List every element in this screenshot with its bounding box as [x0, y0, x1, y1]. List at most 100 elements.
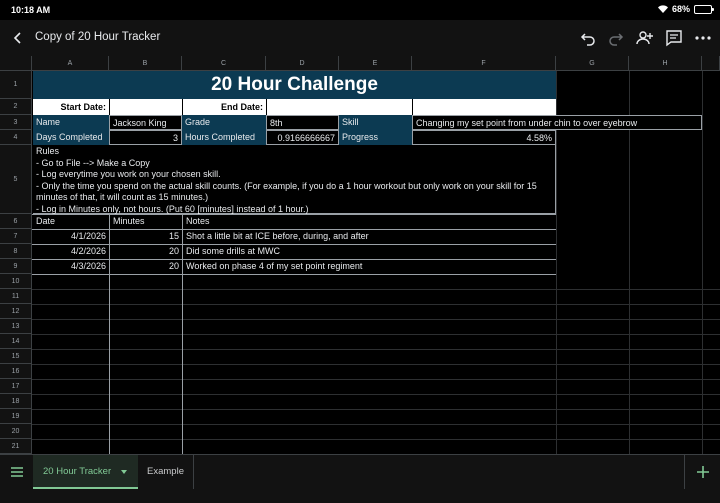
row-header-11[interactable]: 11 — [0, 289, 32, 304]
row-header-14[interactable]: 14 — [0, 334, 32, 349]
row-header-15[interactable]: 15 — [0, 349, 32, 364]
log-date-cell[interactable]: 4/2/2026 — [33, 244, 109, 259]
days-completed-label[interactable]: Days Completed — [33, 130, 109, 145]
rules-block[interactable]: Rules - Go to File --> Make a Copy - Log… — [33, 145, 556, 214]
row-header-13[interactable]: 13 — [0, 319, 32, 334]
row-header-9[interactable]: 9 — [0, 259, 32, 274]
log-notes-cell[interactable]: Did some drills at MWC — [183, 244, 556, 259]
progress-label[interactable]: Progress — [339, 130, 412, 145]
tab-label: Example — [147, 466, 184, 477]
log-date-cell[interactable]: 4/1/2026 — [33, 229, 109, 244]
gridline — [32, 379, 720, 380]
row-header-21[interactable]: 21 — [0, 439, 32, 454]
status-right: 68% — [657, 4, 714, 14]
skill-value[interactable]: Changing my set point from under chin to… — [412, 115, 702, 130]
end-date-label[interactable]: End Date: — [183, 99, 266, 115]
document-title: Copy of 20 Hour Tracker — [35, 31, 161, 43]
row-header-7[interactable]: 7 — [0, 229, 32, 244]
skill-label[interactable]: Skill — [339, 115, 412, 130]
tab-20-hour-tracker[interactable]: 20 Hour Tracker — [33, 455, 138, 489]
log-notes-cell[interactable]: Shot a little bit at ICE before, during,… — [183, 229, 556, 244]
tab-label: 20 Hour Tracker — [43, 466, 112, 477]
hours-completed-value[interactable]: 0.9166666667 — [266, 130, 339, 145]
row-header-12[interactable]: 12 — [0, 304, 32, 319]
row-header-10[interactable]: 10 — [0, 274, 32, 289]
log-minutes-cell[interactable]: 20 — [110, 244, 182, 259]
column-header-b[interactable]: B — [109, 56, 182, 71]
gridline — [32, 409, 720, 410]
log-date-cell[interactable]: 4/3/2026 — [33, 259, 109, 274]
hours-completed-label[interactable]: Hours Completed — [182, 130, 266, 145]
sheet-list-icon[interactable] — [10, 465, 24, 479]
log-notes-cell[interactable]: Worked on phase 4 of my set point regime… — [183, 259, 556, 274]
row-header-4[interactable]: 4 — [0, 130, 32, 145]
gridline — [32, 394, 720, 395]
row-header-18[interactable]: 18 — [0, 394, 32, 409]
back-arrow-icon[interactable] — [10, 28, 26, 48]
more-options-icon[interactable] — [693, 28, 713, 48]
column-header-f[interactable]: F — [412, 56, 556, 71]
column-header-c[interactable]: C — [182, 56, 266, 71]
rules-line: - Go to File --> Make a Copy — [36, 157, 150, 168]
column-header-h[interactable]: H — [629, 56, 702, 71]
gridline — [32, 424, 720, 425]
progress-value[interactable]: 4.58% — [412, 130, 556, 145]
column-header-d[interactable]: D — [266, 56, 339, 71]
row-header-20[interactable]: 20 — [0, 424, 32, 439]
column-header-i[interactable] — [702, 56, 720, 71]
battery-icon — [694, 4, 714, 14]
sheet-tab-bar: 20 Hour Tracker Example — [0, 454, 720, 503]
row-header-5[interactable]: 5 — [0, 145, 32, 214]
status-bar: 10:18 AM 68% — [0, 0, 720, 20]
start-date-label[interactable]: Start Date: — [33, 99, 109, 115]
row-header-3[interactable]: 3 — [0, 115, 32, 130]
row-header-6[interactable]: 6 — [0, 214, 32, 229]
tab-example[interactable]: Example — [138, 455, 194, 489]
row-header-2[interactable]: 2 — [0, 99, 32, 115]
grade-label[interactable]: Grade — [182, 115, 266, 130]
start-date-value[interactable] — [110, 99, 182, 115]
gridline — [702, 71, 703, 454]
gridline — [32, 334, 720, 335]
row-header-19[interactable]: 19 — [0, 409, 32, 424]
log-minutes-cell[interactable]: 15 — [110, 229, 182, 244]
app-bar: Copy of 20 Hour Tracker — [0, 20, 720, 56]
gridline — [32, 349, 720, 350]
notes-column-header[interactable]: Notes — [183, 214, 556, 229]
end-date-value[interactable] — [267, 99, 412, 115]
days-completed-value[interactable]: 3 — [109, 130, 182, 145]
tab-caret-icon[interactable] — [121, 470, 127, 474]
redo-icon[interactable] — [606, 28, 626, 48]
wifi-icon — [657, 5, 668, 13]
row-header-1[interactable]: 1 — [0, 71, 32, 99]
rules-line: - Log everytime you work on your chosen … — [36, 169, 221, 179]
comment-icon[interactable] — [664, 28, 684, 48]
date-column-header[interactable]: Date — [33, 214, 109, 229]
minutes-column-header[interactable]: Minutes — [110, 214, 182, 229]
column-header-a[interactable]: A — [32, 56, 109, 71]
log-minutes-cell[interactable]: 20 — [110, 259, 182, 274]
spreadsheet-grid[interactable]: A B C D E F G H 1 2 3 4 5 6 7 8 9 10 11 … — [0, 56, 720, 454]
grade-value[interactable]: 8th — [266, 115, 339, 130]
add-person-icon[interactable] — [635, 28, 655, 48]
gridline — [32, 289, 720, 290]
column-header-g[interactable]: G — [556, 56, 629, 71]
name-value[interactable]: Jackson King — [109, 115, 182, 130]
row-header-16[interactable]: 16 — [0, 364, 32, 379]
undo-icon[interactable] — [578, 28, 598, 48]
status-time: 10:18 AM — [11, 5, 51, 15]
add-sheet-icon[interactable] — [684, 455, 720, 489]
gridline — [32, 364, 720, 365]
name-label[interactable]: Name — [33, 115, 109, 130]
sheet-title[interactable]: 20 Hour Challenge — [33, 71, 556, 99]
select-all-corner[interactable] — [0, 56, 32, 71]
rules-line: - Only the time you spend on the actual … — [36, 180, 537, 203]
row-header-8[interactable]: 8 — [0, 244, 32, 259]
row2-blank-cell[interactable] — [413, 99, 556, 115]
gridline — [32, 319, 720, 320]
battery-percent: 68% — [671, 4, 690, 14]
column-header-e[interactable]: E — [339, 56, 412, 71]
row-header-17[interactable]: 17 — [0, 379, 32, 394]
gridline — [32, 439, 720, 440]
gridline — [32, 274, 556, 275]
